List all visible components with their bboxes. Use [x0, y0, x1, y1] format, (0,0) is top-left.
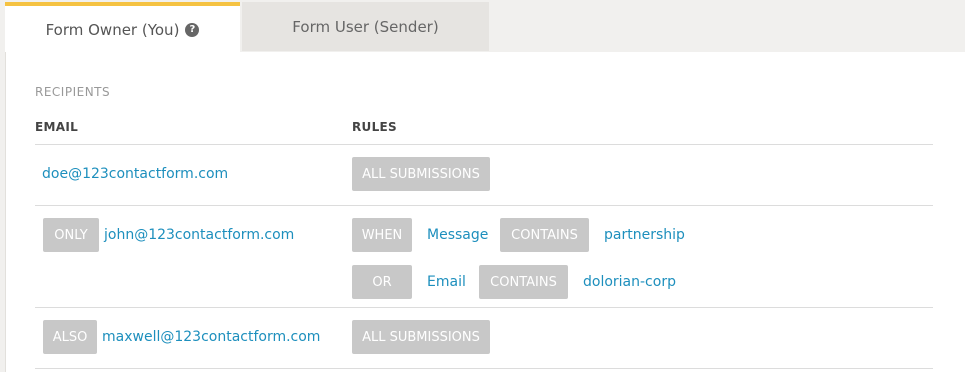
rule-all-submissions-chip[interactable]: ALL SUBMISSIONS — [352, 320, 490, 354]
also-prefix-chip[interactable]: ALSO — [43, 320, 97, 354]
row-divider — [35, 205, 933, 206]
tab-form-owner[interactable]: Form Owner (You) ? — [5, 2, 240, 53]
row-divider — [35, 368, 933, 369]
recipient-email-doe[interactable]: doe@123contactform.com — [42, 166, 228, 182]
header-divider — [35, 144, 933, 145]
recipient-email-john[interactable]: john@123contactform.com — [104, 227, 294, 243]
contains-operator-chip[interactable]: CONTAINS — [500, 218, 589, 252]
tab-form-user-label: Form User (Sender) — [292, 17, 439, 36]
tab-form-owner-label: Form Owner (You) — [45, 20, 180, 39]
email-column-header: EMAIL — [35, 120, 79, 134]
only-prefix-chip[interactable]: ONLY — [43, 218, 99, 252]
condition-field-email[interactable]: Email — [427, 274, 466, 290]
tab-bar: Form Owner (You) ? Form User (Sender) — [0, 0, 965, 53]
row-divider — [35, 307, 933, 308]
when-condition-chip[interactable]: WHEN — [352, 218, 412, 252]
contains-operator-chip[interactable]: CONTAINS — [479, 265, 568, 299]
recipients-panel: RECIPIENTS EMAIL RULES doe@123contactfor… — [5, 52, 965, 372]
tab-form-user[interactable]: Form User (Sender) — [242, 2, 489, 51]
condition-value-dolorian-corp[interactable]: dolorian-corp — [583, 274, 676, 290]
recipient-email-maxwell[interactable]: maxwell@123contactform.com — [102, 329, 320, 345]
rules-column-header: RULES — [352, 120, 397, 134]
or-condition-chip[interactable]: OR — [352, 265, 412, 299]
condition-value-partnership[interactable]: partnership — [604, 227, 685, 243]
help-icon[interactable]: ? — [185, 22, 200, 37]
recipients-section-title: RECIPIENTS — [35, 85, 111, 99]
rule-all-submissions-chip[interactable]: ALL SUBMISSIONS — [352, 157, 490, 191]
condition-field-message[interactable]: Message — [427, 227, 488, 243]
